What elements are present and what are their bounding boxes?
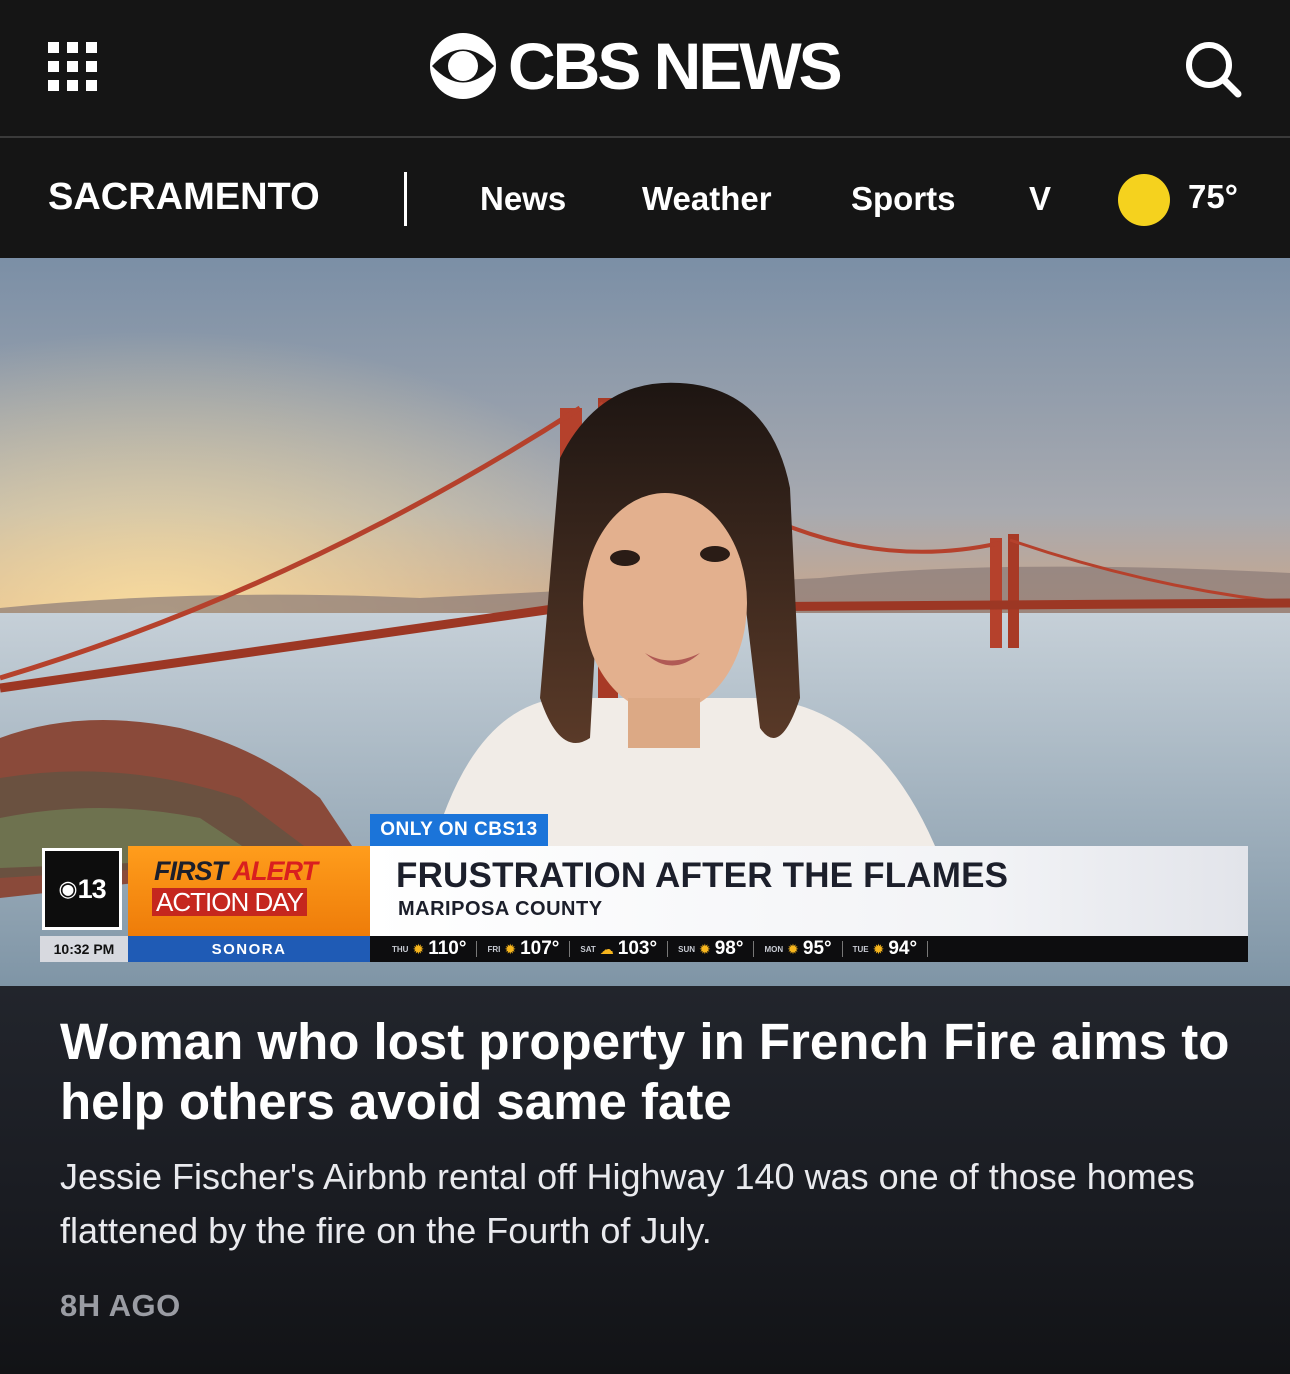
- first-alert-first: FIRST: [154, 856, 228, 886]
- sun-icon: ✹: [412, 940, 425, 957]
- lower-third-headline: FRUSTRATION AFTER THE FLAMES: [396, 856, 1009, 895]
- cbs-news-logo[interactable]: CBS NEWS: [428, 29, 843, 103]
- sun-icon: ✹: [699, 940, 711, 957]
- grid-menu-icon[interactable]: [48, 42, 98, 92]
- forecast-divider: [753, 941, 755, 957]
- article-timestamp: 8H AGO: [60, 1288, 181, 1323]
- first-alert-panel: FIRST ALERT ACTION DAY: [128, 846, 370, 936]
- first-alert-alert: ALERT: [232, 856, 319, 886]
- station-number: 13: [77, 873, 107, 904]
- forecast-day-label: TUE: [852, 944, 869, 954]
- forecast-day-label: FRI: [487, 944, 501, 954]
- sun-icon: ✹: [787, 940, 799, 957]
- forecast-temp: 95°: [802, 938, 832, 959]
- cbs-eye-icon: [430, 33, 496, 99]
- forecast-day: THU ✹ 110°: [392, 938, 478, 960]
- forecast-temp: 107°: [520, 938, 560, 959]
- forecast-day-label: SUN: [678, 944, 695, 954]
- forecast-temp: 98°: [714, 938, 744, 959]
- ticker-city: SONORA: [128, 936, 370, 962]
- article-summary: Jessie Fischer's Airbnb rental off Highw…: [60, 1156, 1195, 1251]
- forecast-day: FRI ✹ 107°: [487, 938, 571, 960]
- nav-item-weather[interactable]: Weather: [642, 180, 772, 218]
- forecast-divider: [569, 941, 571, 957]
- action-day-label: ACTION DAY: [152, 888, 307, 916]
- station-eye-icon: ◉: [58, 876, 77, 901]
- forecast-strip: THU ✹ 110° FRI ✹ 107° SAT ☁ 103° SUN ✹ 9…: [392, 936, 938, 962]
- current-temperature[interactable]: 75°: [1188, 178, 1238, 216]
- broadcast-time: 10:32 PM: [40, 936, 128, 962]
- forecast-day: MON ✹ 95°: [764, 938, 843, 960]
- nav-item-video[interactable]: V: [1029, 180, 1051, 218]
- first-alert-label: FIRST ALERT: [154, 856, 319, 887]
- top-header: CBS NEWS: [0, 0, 1290, 136]
- forecast-day: SUN ✹ 98°: [678, 938, 755, 960]
- forecast-day: TUE ✹ 94°: [852, 938, 929, 960]
- forecast-day-label: MON: [764, 944, 784, 954]
- forecast-divider: [667, 941, 669, 957]
- forecast-temp: 94°: [888, 938, 918, 959]
- local-nav: SACRAMENTO News Weather Sports V 75°: [0, 138, 1290, 258]
- sun-icon: ✹: [872, 940, 885, 957]
- lower-third-graphics: ONLY ON CBS13 ◉ 13 FIRST ALERT ACTION DAY…: [0, 258, 1290, 986]
- article-headline[interactable]: Woman who lost property in French Fire a…: [60, 1012, 1230, 1132]
- hero-video-still[interactable]: ONLY ON CBS13 ◉ 13 FIRST ALERT ACTION DAY…: [0, 258, 1290, 986]
- forecast-temp: 110°: [428, 938, 467, 959]
- station-logo: ◉ 13: [42, 848, 122, 930]
- sun-icon: ✹: [504, 940, 517, 957]
- forecast-divider: [927, 941, 929, 957]
- forecast-day-label: THU: [392, 944, 409, 954]
- forecast-temp: 103°: [617, 938, 658, 959]
- forecast-divider: [476, 941, 478, 957]
- forecast-divider: [841, 941, 843, 957]
- sun-icon[interactable]: [1118, 174, 1170, 226]
- forecast-day-label: SAT: [580, 944, 596, 954]
- local-city-title[interactable]: SACRAMENTO: [48, 176, 320, 219]
- lower-third-location: MARIPOSA COUNTY: [398, 898, 603, 920]
- forecast-day: SAT ☁ 103°: [580, 938, 669, 960]
- nav-item-sports[interactable]: Sports: [851, 180, 956, 218]
- nav-item-news[interactable]: News: [480, 180, 566, 218]
- lower-third-banner: FRUSTRATION AFTER THE FLAMES MARIPOSA CO…: [370, 846, 1248, 936]
- brand-name: CBS NEWS: [508, 29, 843, 103]
- exclusive-badge: ONLY ON CBS13: [370, 814, 548, 846]
- weather-ticker: 10:32 PM SONORA THU ✹ 110° FRI ✹ 107° SA…: [40, 936, 1248, 962]
- nav-separator: [404, 172, 407, 226]
- search-icon[interactable]: [1182, 38, 1244, 100]
- partly-cloudy-icon: ☁: [599, 940, 614, 957]
- article-card[interactable]: Woman who lost property in French Fire a…: [0, 986, 1290, 1374]
